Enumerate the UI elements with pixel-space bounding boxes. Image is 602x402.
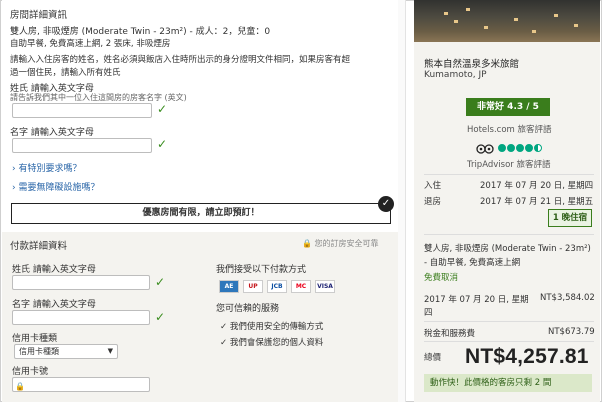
free-cancel: 免費取消: [424, 273, 459, 283]
room-amenities: 自助早餐, 免費高速上網, 2 張床, 非吸煙房: [10, 39, 171, 49]
trusted-service-title: 您可信賴的服務: [216, 304, 280, 314]
accepted-payments-title: 我們接受以下付款方式: [216, 265, 307, 275]
special-request-link[interactable]: › 有特別要求嗎？: [12, 161, 82, 174]
check-icon: ✓: [220, 322, 228, 332]
tripadvisor-reviews-link[interactable]: TripAdvisor 旅客評語: [467, 158, 550, 170]
room-summary-2: - 自助早餐, 免費高速上網: [424, 258, 521, 268]
trusted-item-1: ✓ 我們使用安全的傳輸方式: [220, 322, 324, 332]
guest-instruction-2: 過一個住民，請輸入所有姓氏: [10, 68, 121, 78]
checkin-label: 入住: [424, 181, 442, 191]
guest-instruction-1: 請輸入入住房客的姓名，姓名必須與飯店入住時所出示的身分證明文件相同，如果房客有超: [10, 55, 351, 65]
card-type-label: 信用卡種類: [12, 334, 58, 344]
pay-givenname-input[interactable]: [12, 310, 150, 325]
room-givenname-input[interactable]: [12, 138, 152, 153]
check-icon: ✓: [157, 102, 168, 116]
pay-givenname-label: 名字 請輸入英文字母: [12, 300, 96, 310]
hotel-location: Kumamoto, JP: [424, 70, 487, 80]
tripadvisor-rating: [498, 144, 543, 155]
total-price: NT$4,257.81: [465, 345, 589, 368]
check-circle-icon: ✓: [378, 196, 394, 212]
accessibility-link[interactable]: › 需要無障礙設施嗎？: [12, 180, 100, 193]
booking-summary: 熊本自然溫泉多米旅館 Kumamoto, JP 非常好 4.3 / 5 Hote…: [414, 0, 600, 402]
room-details-title: 房間詳細資訊: [10, 10, 68, 21]
urgency-banner: 動作快！此價格的客房只剩 2 間: [424, 374, 592, 392]
mastercard-icon: MC: [291, 280, 311, 293]
score-badge: 非常好 4.3 / 5: [466, 98, 550, 116]
pay-surname-input[interactable]: [12, 275, 150, 290]
tax-label: 稅金和服務費: [424, 329, 476, 339]
payment-title: 付款詳細資料: [10, 241, 68, 252]
unionpay-icon: UP: [243, 280, 263, 293]
check-icon: ✓: [157, 137, 168, 151]
checkin-date: 2017 年 07 月 20 日, 星期四: [480, 181, 594, 191]
hotel-name[interactable]: 熊本自然溫泉多米旅館: [424, 56, 519, 70]
room-surname-input[interactable]: [12, 103, 152, 118]
divider: [424, 234, 594, 235]
night-date-line-1: 2017 年 07 月 20 日, 星期: [424, 295, 529, 305]
check-icon: ✓: [220, 338, 228, 348]
room-summary-1: 雙人房, 非吸煙房 (Moderate Twin - 23m²): [424, 244, 591, 254]
checkout-date: 2017 年 07 月 21 日, 星期五: [480, 197, 594, 207]
visa-icon: VISA: [315, 280, 335, 293]
check-icon: ✓: [155, 310, 166, 324]
lock-icon: 🔒: [302, 239, 312, 248]
trusted-item-2: ✓ 我們會保護您的個人資料: [220, 338, 324, 348]
room-line: 雙人房, 非吸煙房 (Moderate Twin - 23m²) - 成人：2，…: [10, 27, 271, 37]
pay-surname-label: 姓氏 請輸入英文字母: [12, 265, 96, 275]
divider: [424, 321, 594, 322]
check-icon: ✓: [155, 275, 166, 289]
tax-value: NT$673.79: [548, 327, 595, 337]
tripadvisor-owl-icon: [476, 144, 494, 154]
checkout-label: 退房: [424, 197, 442, 207]
nights-badge: 1 晚住宿: [548, 209, 592, 227]
amex-icon: AE: [219, 280, 239, 293]
total-label: 總價: [424, 353, 442, 363]
night-date-line-2: 四: [424, 308, 433, 318]
card-number-input[interactable]: [12, 377, 150, 392]
column-divider: [405, 0, 406, 402]
divider: [424, 174, 594, 175]
card-type-select[interactable]: 信用卡種類 ▼: [14, 344, 118, 359]
night-price: NT$3,584.02: [540, 293, 595, 303]
room-givenname-label: 名字 請輸入英文字母: [10, 128, 94, 138]
card-number-label: 信用卡號: [12, 367, 49, 377]
hotels-reviews-link[interactable]: Hotels.com 旅客評語: [467, 123, 552, 135]
scrollbar[interactable]: [398, 0, 405, 402]
caret-down-icon: ▼: [107, 347, 113, 355]
divider: [424, 341, 594, 342]
lock-icon: 🔒: [15, 382, 25, 391]
hotel-photo: [414, 0, 600, 42]
chevron-right-icon: ›: [12, 164, 16, 174]
secure-note: 🔒 您的訂房安全可靠: [302, 239, 379, 248]
limited-offer-banner: 優惠房間有限，請立即預訂！: [11, 203, 391, 224]
jcb-icon: JCB: [267, 280, 287, 293]
chevron-right-icon: ›: [12, 183, 16, 193]
